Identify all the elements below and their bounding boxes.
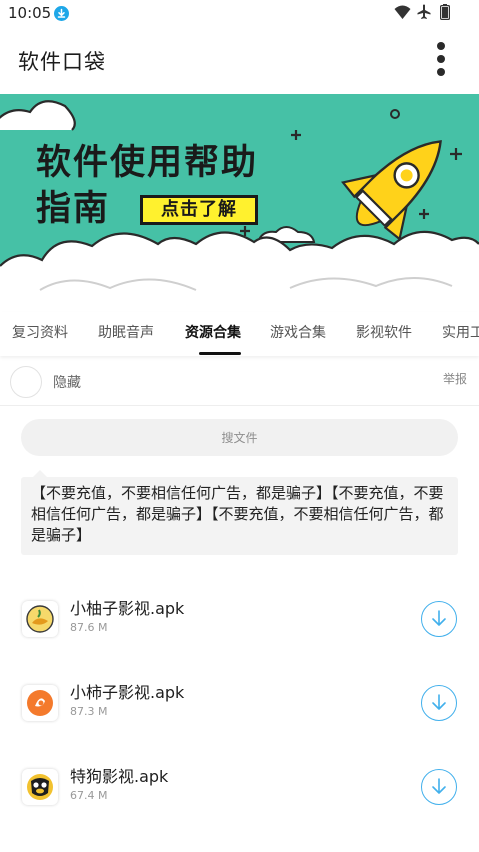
status-time: 10:05	[8, 4, 52, 22]
tab-game-collection[interactable]: 游戏合集	[270, 322, 326, 342]
folder-header-row: 隐藏 举报	[0, 358, 479, 406]
tab-study-materials[interactable]: 复习资料	[12, 322, 68, 342]
grapefruit-app-icon	[22, 601, 58, 637]
status-bar: 10:05	[0, 0, 479, 26]
category-tabs: 复习资料 助眠音声 资源合集 游戏合集 影视软件 实用工具	[0, 312, 479, 356]
file-size: 87.6 M	[70, 621, 108, 634]
list-item[interactable]: 小柿子影视.apk 87.3 M	[0, 667, 479, 741]
battery-icon	[440, 4, 450, 20]
download-arrow-icon	[432, 694, 446, 710]
more-options-button[interactable]	[426, 40, 456, 80]
file-size: 67.4 M	[70, 789, 108, 802]
file-name: 小柿子影视.apk	[70, 683, 185, 702]
file-size: 87.3 M	[70, 705, 108, 718]
download-button[interactable]	[421, 601, 457, 637]
file-name: 特狗影视.apk	[70, 767, 169, 786]
list-item[interactable]: 小柚子影视.apk 87.6 M	[0, 583, 479, 657]
active-tab-indicator	[199, 352, 241, 355]
wifi-icon	[394, 5, 411, 19]
app-title: 软件口袋	[18, 50, 106, 74]
search-placeholder: 搜文件	[221, 431, 258, 445]
tab-utilities[interactable]: 实用工具	[442, 322, 479, 342]
help-guide-banner[interactable]: 软件使用帮助 指南 点击了解	[0, 94, 479, 312]
more-vert-icon-dot	[437, 68, 445, 76]
file-name: 小柚子影视.apk	[70, 599, 185, 618]
tab-resource-collection[interactable]: 资源合集	[185, 322, 241, 342]
download-button[interactable]	[421, 769, 457, 805]
persimmon-app-icon	[22, 685, 58, 721]
search-input[interactable]: 搜文件	[21, 419, 458, 456]
download-icon	[54, 6, 69, 21]
list-item[interactable]: 特狗影视.apk 67.4 M	[0, 751, 479, 825]
avatar	[10, 366, 42, 398]
notice-box: 【不要充值，不要相信任何广告，都是骗子】【不要充值，不要相信任何广告，都是骗子】…	[21, 470, 458, 555]
banner-title-line1: 软件使用帮助	[36, 143, 259, 183]
tab-video-apps[interactable]: 影视软件	[356, 322, 412, 342]
report-link[interactable]: 举报	[443, 370, 467, 387]
download-arrow-icon	[432, 610, 446, 626]
notice-text: 【不要充值，不要相信任何广告，都是骗子】【不要充值，不要相信任何广告，都是骗子】…	[31, 484, 444, 544]
download-arrow-icon	[432, 778, 446, 794]
tab-sleep-audio[interactable]: 助眠音声	[98, 322, 154, 342]
app-bar: 软件口袋	[0, 26, 479, 94]
more-vert-icon-dot	[437, 55, 445, 63]
dog-app-icon	[22, 769, 58, 805]
learn-more-button[interactable]: 点击了解	[140, 195, 258, 225]
more-vert-icon	[437, 42, 445, 50]
airplane-icon	[417, 4, 431, 19]
download-button[interactable]	[421, 685, 457, 721]
hide-toggle[interactable]: 隐藏	[53, 372, 81, 392]
